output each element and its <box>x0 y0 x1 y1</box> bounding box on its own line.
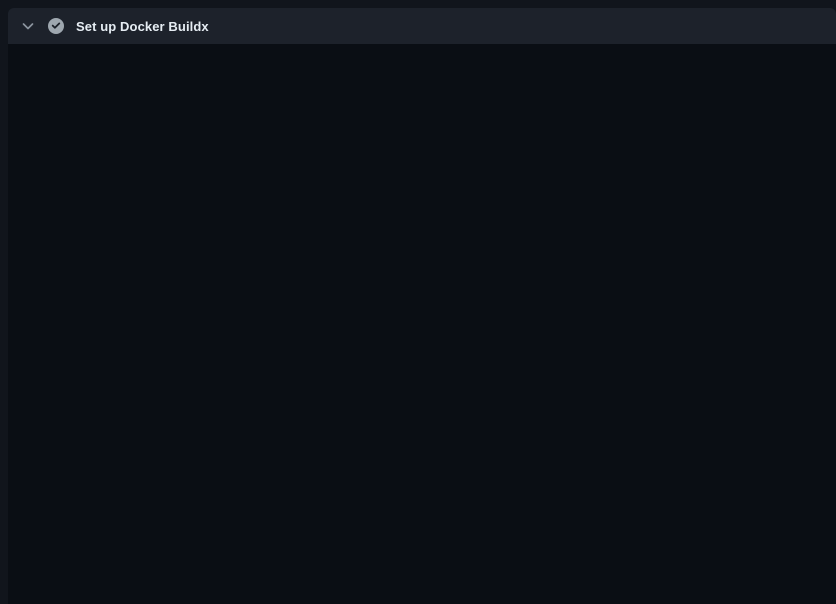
log-line[interactable]: 119▼Inspect builder <box>8 240 836 260</box>
log-line: 127 "buildkit": "v0.11.3", <box>8 401 836 421</box>
check-circle-icon <box>48 18 64 34</box>
log-line[interactable]: 97▼Creating a new builder instance <box>8 159 836 179</box>
log-line: 120{ <box>8 260 836 280</box>
log-line[interactable]: 94▼Buildx version <box>8 98 836 118</box>
log-line: 131 "name": "builder-d9cfb5a1-c764-445a-… <box>8 482 836 502</box>
log-line: 132 "driver": "docker-container", <box>8 502 836 522</box>
log-lines: 1▶Run ./ 7▶Docker info 94▼Buildx version… <box>8 44 836 604</box>
log-line: 95/usr/bin/docker buildx version <box>8 119 836 139</box>
log-line[interactable]: 100▶Booting builder <box>8 220 836 240</box>
log-line: 121 "nodes": [ <box>8 280 836 300</box>
chevron-down-icon[interactable] <box>20 18 36 34</box>
log-line: 136builder-d9cfb5a1-c764-445a-a57e-0b19d… <box>8 583 836 603</box>
log-line: 134} <box>8 543 836 563</box>
step-log-panel: Set up Docker Buildx 1▶Run ./ 7▶Docker i… <box>8 8 836 604</box>
log-line: 96github.com/docker/buildx 0.10.3+azure-… <box>8 139 836 159</box>
log-line: 122 { <box>8 300 836 320</box>
log-line: 99builder-d9cfb5a1-c764-445a-a57e-0b19d2… <box>8 199 836 219</box>
step-title: Set up Docker Buildx <box>76 19 209 34</box>
log-line: 129 } <box>8 442 836 462</box>
log-line: 124 "endpoint": "unix:///var/run/docker.… <box>8 341 836 361</box>
log-line[interactable]: 7▶Docker info <box>8 78 836 98</box>
log-line: 130 ], <box>8 462 836 482</box>
log-line: 125 "status": "running", <box>8 361 836 381</box>
log-line: 133 "lastActivity": "2023-02-25T11:58:12… <box>8 522 836 542</box>
log-line: 123 "name": "builder-d9cfb5a1-c764-445a-… <box>8 320 836 340</box>
log-line: 98/usr/bin/docker buildx create --name b… <box>8 179 836 199</box>
log-line: 128 "platforms": "linux/amd64,linux/amd6… <box>8 421 836 441</box>
log-line[interactable]: 1▶Run ./ <box>8 58 836 78</box>
log-line[interactable]: 135▼BuildKit version <box>8 563 836 583</box>
step-header[interactable]: Set up Docker Buildx <box>8 8 836 44</box>
log-line: 126 "buildkitd-flags": "--allow-insecure… <box>8 381 836 401</box>
